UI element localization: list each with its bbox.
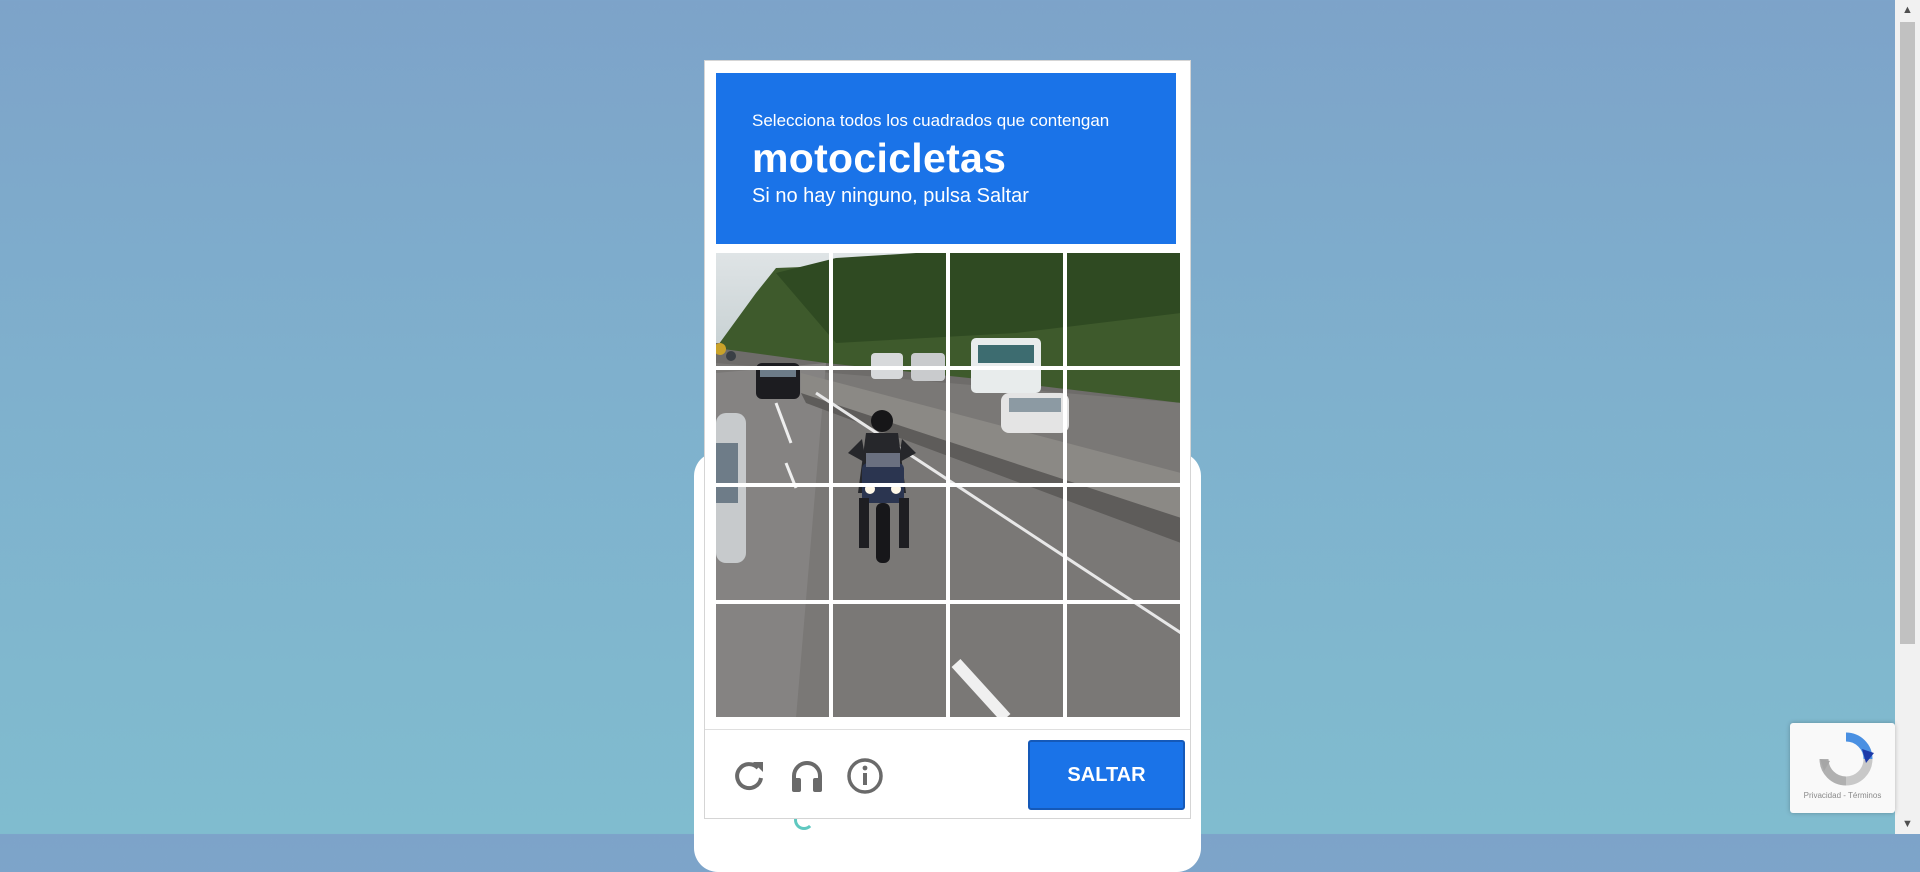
image-tile-7[interactable] [950, 370, 1063, 483]
scroll-up-arrow-icon[interactable]: ▲ [1895, 0, 1920, 20]
badge-legal-text: Privacidad - Términos [1803, 791, 1882, 800]
image-tile-10[interactable] [833, 487, 946, 600]
reload-icon[interactable] [729, 756, 769, 796]
scrollbar-thumb[interactable] [1900, 22, 1915, 644]
challenge-prompt: Selecciona todos los cuadrados que conte… [716, 73, 1176, 244]
prompt-instruction: Selecciona todos los cuadrados que conte… [752, 111, 1110, 130]
image-tile-16[interactable] [1067, 604, 1180, 717]
image-tile-4[interactable] [1067, 253, 1180, 366]
image-tile-2[interactable] [833, 253, 946, 366]
page-scrollbar[interactable]: ▲ ▼ [1895, 0, 1920, 834]
scroll-down-arrow-icon[interactable]: ▼ [1895, 814, 1920, 834]
recaptcha-badge[interactable]: Privacidad - Términos [1790, 723, 1895, 813]
headphones-icon[interactable] [787, 756, 827, 796]
prompt-hint: Si no hay ninguno, pulsa Saltar [752, 185, 1029, 207]
image-tile-12[interactable] [1067, 487, 1180, 600]
image-tile-8[interactable] [1067, 370, 1180, 483]
captcha-challenge-panel: Selecciona todos los cuadrados que conte… [704, 60, 1191, 819]
image-tile-grid [716, 253, 1181, 718]
recaptcha-logo-icon [1819, 732, 1874, 786]
image-tile-13[interactable] [716, 604, 829, 717]
info-icon[interactable] [845, 756, 885, 796]
image-tile-1[interactable] [716, 253, 829, 366]
image-tile-15[interactable] [950, 604, 1063, 717]
image-tile-14[interactable] [833, 604, 946, 717]
challenge-footer: SALTAR [705, 729, 1190, 819]
image-tile-11[interactable] [950, 487, 1063, 600]
skip-button[interactable]: SALTAR [1028, 740, 1185, 810]
image-tile-6[interactable] [833, 370, 946, 483]
image-tile-3[interactable] [950, 253, 1063, 366]
image-tile-5[interactable] [716, 370, 829, 483]
prompt-target-object: motocicletas [752, 135, 1007, 181]
image-tile-9[interactable] [716, 487, 829, 600]
